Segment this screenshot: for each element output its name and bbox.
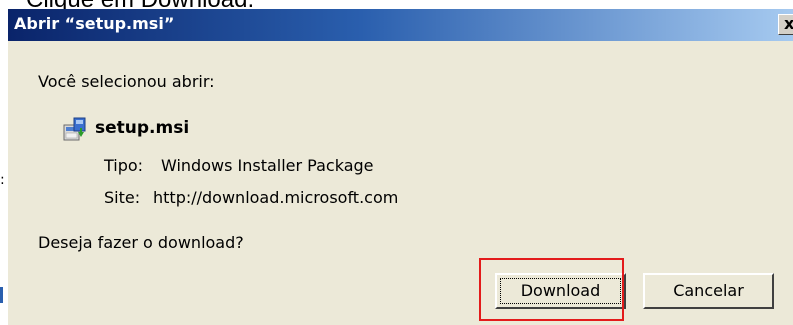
close-icon: x: [784, 14, 793, 33]
cancel-button[interactable]: Cancelar: [643, 273, 774, 309]
page: Clique em Download. : Abrir “setup.msi” …: [0, 0, 793, 325]
file-name: setup.msi: [95, 118, 190, 138]
type-value: Windows Installer Package: [161, 156, 374, 175]
dialog-title: Abrir “setup.msi”: [14, 14, 175, 33]
installer-package-icon: [63, 117, 86, 141]
download-button[interactable]: Download: [495, 273, 626, 309]
dialog-titlebar: Abrir “setup.msi” x: [8, 9, 793, 41]
type-label: Tipo:: [104, 156, 144, 175]
stray-edge-mark: [0, 287, 3, 303]
site-value: http://download.microsoft.com: [153, 188, 399, 207]
open-file-dialog: Abrir “setup.msi” x Você selecionou abri…: [8, 9, 793, 325]
close-button[interactable]: x: [778, 14, 793, 35]
intro-text: Você selecionou abrir:: [38, 72, 215, 91]
stray-colon-text: :: [0, 172, 5, 188]
site-label: Site:: [104, 188, 141, 207]
download-question: Deseja fazer o download?: [38, 233, 244, 252]
